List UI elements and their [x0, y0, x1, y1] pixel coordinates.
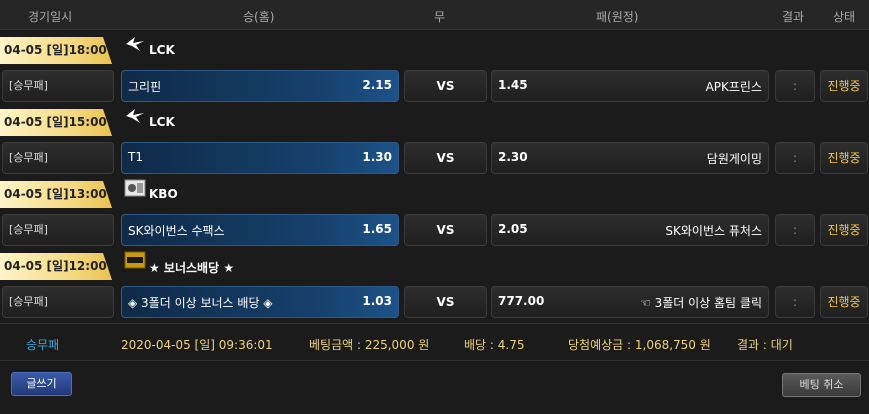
match-status: 진행중 — [820, 214, 868, 246]
match-row: [승무패] 그리핀 2.15 VS 1.45 APK프린스 : 진행중 — [0, 68, 869, 104]
home-bet-button[interactable]: ◈ 3폴더 이상 보너스 배당 ◈ 1.03 — [121, 286, 399, 318]
bet-type: [승무패] — [2, 286, 114, 318]
match-group-header: 04-05 [일]12:00 ★ 보너스배당 ★ — [0, 249, 869, 284]
match-status: 진행중 — [820, 286, 868, 318]
lck-icon — [126, 109, 144, 123]
match-date: 04-05 [일]18:00 — [0, 37, 112, 64]
kbo-icon — [124, 179, 146, 197]
league-name: KBO — [149, 187, 178, 201]
summary-expected-win: 당첨예상금 : 1,068,750 원 — [568, 338, 711, 352]
away-bet-button[interactable]: 777.00 ☜ 3폴더 이상 홈팀 클릭 — [491, 286, 769, 318]
league-name: ★ 보너스배당 ★ — [149, 261, 235, 275]
away-odd: 777.00 — [498, 294, 545, 308]
match-row: [승무패] SK와이번스 수팩스 1.65 VS 2.05 SK와이번스 퓨처스… — [0, 212, 869, 248]
header-result: 결과 — [782, 10, 805, 24]
match-date: 04-05 [일]13:00 — [0, 181, 112, 208]
home-odd: 2.15 — [362, 78, 392, 92]
summary-type: 승무패 — [26, 338, 60, 352]
bet-type: [승무패] — [2, 142, 114, 174]
away-team: 담원게이밍 — [706, 152, 762, 166]
draw-bet-button[interactable]: VS — [404, 286, 487, 318]
match-group-header: 04-05 [일]18:00 LCK — [0, 33, 869, 68]
away-odd: 1.45 — [498, 78, 528, 92]
home-bet-button[interactable]: T1 1.30 — [121, 142, 399, 174]
match-date: 04-05 [일]15:00 — [0, 109, 112, 136]
header-date: 경기일시 — [28, 10, 73, 24]
lck-icon — [126, 37, 144, 51]
match-status: 진행중 — [820, 70, 868, 102]
home-odd: 1.65 — [362, 222, 392, 236]
draw-bet-button[interactable]: VS — [404, 214, 487, 246]
summary-datetime: 2020-04-05 [일] 09:36:01 — [121, 338, 273, 352]
away-odd: 2.05 — [498, 222, 528, 236]
bet-type: [승무패] — [2, 214, 114, 246]
match-result: : — [775, 214, 815, 246]
away-bet-button[interactable]: 1.45 APK프린스 — [491, 70, 769, 102]
cancel-bet-button[interactable]: 베팅 취소 — [782, 373, 861, 397]
away-team: SK와이번스 퓨처스 — [665, 224, 762, 238]
match-result: : — [775, 70, 815, 102]
summary-result: 결과 : 대기 — [737, 338, 793, 352]
header-away: 패(원정) — [596, 10, 639, 24]
table-header: 경기일시 승(홈) 무 패(원정) 결과 상태 — [0, 0, 869, 30]
home-team: ◈ 3폴더 이상 보너스 배당 ◈ — [128, 296, 273, 310]
header-status: 상태 — [833, 10, 856, 24]
home-bet-button[interactable]: 그리핀 2.15 — [121, 70, 399, 102]
home-team: SK와이번스 수팩스 — [128, 224, 225, 238]
away-team: APK프린스 — [705, 80, 762, 94]
match-row: [승무패] ◈ 3폴더 이상 보너스 배당 ◈ 1.03 VS 777.00 ☜… — [0, 284, 869, 320]
away-bet-button[interactable]: 2.30 담원게이밍 — [491, 142, 769, 174]
home-odd: 1.30 — [362, 150, 392, 164]
write-button[interactable]: 글쓰기 — [11, 372, 72, 396]
bet-summary: 승무패 2020-04-05 [일] 09:36:01 베팅금액 : 225,0… — [0, 323, 869, 361]
match-date: 04-05 [일]12:00 — [0, 253, 112, 280]
home-team: 그리핀 — [128, 80, 162, 94]
header-home: 승(홈) — [243, 10, 275, 24]
bonus-icon — [124, 251, 146, 269]
match-result: : — [775, 142, 815, 174]
draw-bet-button[interactable]: VS — [404, 70, 487, 102]
match-result: : — [775, 286, 815, 318]
header-draw: 무 — [434, 10, 446, 24]
bet-type: [승무패] — [2, 70, 114, 102]
match-group-header: 04-05 [일]15:00 LCK — [0, 105, 869, 140]
away-team: ☜ 3폴더 이상 홈팀 클릭 — [640, 296, 762, 310]
match-status: 진행중 — [820, 142, 868, 174]
home-team: T1 — [128, 150, 143, 164]
away-bet-button[interactable]: 2.05 SK와이번스 퓨처스 — [491, 214, 769, 246]
match-row: [승무패] T1 1.30 VS 2.30 담원게이밍 : 진행중 — [0, 140, 869, 176]
summary-bet-amount: 베팅금액 : 225,000 원 — [309, 338, 430, 352]
match-group-header: 04-05 [일]13:00 KBO — [0, 177, 869, 212]
league-name: LCK — [149, 115, 175, 129]
home-odd: 1.03 — [362, 294, 392, 308]
away-odd: 2.30 — [498, 150, 528, 164]
summary-odds: 배당 : 4.75 — [464, 338, 525, 352]
home-bet-button[interactable]: SK와이번스 수팩스 1.65 — [121, 214, 399, 246]
draw-bet-button[interactable]: VS — [404, 142, 487, 174]
league-name: LCK — [149, 43, 175, 57]
